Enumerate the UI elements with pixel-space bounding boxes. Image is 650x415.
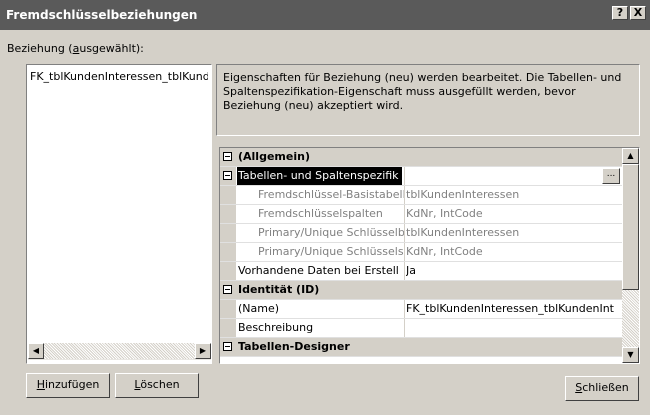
property-value: Ja <box>406 264 416 277</box>
column-divider <box>404 243 405 261</box>
property-name: Primary/Unique Schlüsselb <box>258 226 405 239</box>
row-gutter <box>220 262 236 280</box>
property-name: Fremdschlüssel-Basistabell <box>258 188 406 201</box>
category-general[interactable]: (Allgemein) <box>220 148 622 167</box>
property-name: Tabellen- und Spaltenspezifik <box>237 167 402 185</box>
property-name: Fremdschlüsselspalten <box>258 207 383 220</box>
category-table-designer[interactable]: Tabellen-Designer <box>220 338 622 357</box>
scroll-right-icon[interactable]: ▶ <box>195 343 211 359</box>
property-name: (Name) <box>238 302 280 315</box>
relation-listbox[interactable]: FK_tblKundenInteressen_tblKunden <box>26 64 212 364</box>
property-row-table-spec[interactable]: Tabellen- und Spaltenspezifik ... <box>220 167 622 186</box>
property-value: KdNr, IntCode <box>406 207 483 220</box>
property-name: Vorhandene Daten bei Erstell <box>238 264 399 277</box>
relation-list-scrollbar[interactable]: ◀ ▶ <box>28 343 211 360</box>
row-gutter <box>220 205 236 223</box>
property-grid[interactable]: (Allgemein) Tabellen- und Spaltenspezifi… <box>219 147 640 364</box>
collapse-icon[interactable] <box>223 171 232 180</box>
list-item[interactable]: FK_tblKundenInteressen_tblKunden <box>30 70 208 83</box>
property-row-fk-columns[interactable]: Fremdschlüsselspalten KdNr, IntCode <box>220 205 622 224</box>
category-label: Tabellen-Designer <box>238 340 350 353</box>
row-gutter <box>220 186 236 204</box>
row-gutter <box>220 300 236 318</box>
property-row-name[interactable]: (Name) FK_tblKundenInteressen_tblKundenI… <box>220 300 622 319</box>
column-divider <box>404 262 405 280</box>
property-row-check-existing[interactable]: Vorhandene Daten bei Erstell Ja <box>220 262 622 281</box>
property-value: tblKundenInteressen <box>406 226 520 239</box>
scroll-track[interactable] <box>44 343 195 359</box>
column-divider <box>404 205 405 223</box>
property-row-pk-columns[interactable]: Primary/Unique Schlüssels KdNr, IntCode <box>220 243 622 262</box>
scroll-left-icon[interactable]: ◀ <box>28 343 44 359</box>
delete-button[interactable]: Löschen <box>115 373 199 398</box>
property-row-description[interactable]: Beschreibung <box>220 319 622 338</box>
help-button[interactable]: ? <box>612 6 628 20</box>
property-name: Beschreibung <box>238 321 314 334</box>
category-label: Identität (ID) <box>238 283 320 296</box>
close-label: chließen <box>582 381 629 394</box>
property-value: FK_tblKundenInteressen_tblKundenInt <box>406 302 614 315</box>
add-accel: H <box>36 378 45 391</box>
column-divider <box>404 300 405 318</box>
relation-label-part: usgewählt): <box>79 42 144 55</box>
column-divider <box>404 167 405 185</box>
property-value: KdNr, IntCode <box>406 245 483 258</box>
delete-label: öschen <box>140 378 180 391</box>
close-window-button[interactable]: X <box>630 6 646 20</box>
scroll-down-icon[interactable]: ▼ <box>622 347 639 363</box>
close-button[interactable]: Schließen <box>565 376 639 401</box>
scroll-up-icon[interactable]: ▲ <box>622 148 639 164</box>
collapse-icon[interactable] <box>223 342 232 351</box>
property-row-fk-base-table[interactable]: Fremdschlüssel-Basistabell tblKundenInte… <box>220 186 622 205</box>
collapse-icon[interactable] <box>223 285 232 294</box>
scroll-thumb[interactable] <box>622 164 639 290</box>
window-title: Fremdschlüsselbeziehungen <box>6 8 198 22</box>
property-row-pk-table[interactable]: Primary/Unique Schlüsselb tblKundenInter… <box>220 224 622 243</box>
column-divider <box>404 224 405 242</box>
title-bar: Fremdschlüsselbeziehungen ? X <box>0 0 650 30</box>
row-gutter <box>220 224 236 242</box>
column-divider <box>404 186 405 204</box>
column-divider <box>404 319 405 337</box>
property-value: tblKundenInteressen <box>406 188 520 201</box>
row-gutter <box>220 319 236 337</box>
ellipsis-button[interactable]: ... <box>602 168 620 184</box>
category-identity[interactable]: Identität (ID) <box>220 281 622 300</box>
category-label: (Allgemein) <box>238 150 310 163</box>
add-label: inzufügen <box>44 378 100 391</box>
foreign-key-dialog: Fremdschlüsselbeziehungen ? X Beziehung … <box>0 0 650 415</box>
property-grid-scrollbar[interactable]: ▲ ▼ <box>622 148 639 363</box>
info-text: Eigenschaften für Beziehung (neu) werden… <box>216 64 640 136</box>
relation-list-label: Beziehung (ausgewählt): <box>7 42 144 55</box>
row-gutter <box>220 243 236 261</box>
add-button[interactable]: Hinzufügen <box>26 373 110 398</box>
relation-label-part: Beziehung ( <box>7 42 73 55</box>
collapse-icon[interactable] <box>223 152 232 161</box>
property-name: Primary/Unique Schlüssels <box>258 245 404 258</box>
